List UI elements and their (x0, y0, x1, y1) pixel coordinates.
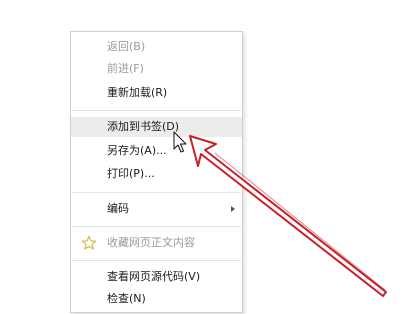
menu-item-view-source-label: 查看网页源代码(V) (107, 270, 201, 283)
menu-separator (72, 192, 241, 193)
menu-separator (72, 226, 241, 227)
mouse-pointer-icon (173, 131, 187, 153)
star-icon (81, 235, 97, 250)
menu-item-view-source[interactable]: 查看网页源代码(V) (71, 267, 242, 287)
screenshot-canvas: 返回(B) 前进(F) 重新加载(R) 添加到书签(D) 另存为(A)... 打… (0, 0, 411, 314)
menu-item-encoding[interactable]: 编码 (71, 199, 242, 219)
menu-item-save-as-label: 另存为(A)... (107, 144, 167, 157)
browser-context-menu: 返回(B) 前进(F) 重新加载(R) 添加到书签(D) 另存为(A)... 打… (70, 31, 243, 313)
menu-item-forward-label: 前进(F) (107, 62, 144, 75)
menu-item-inspect[interactable]: 检查(N) (71, 289, 242, 309)
submenu-arrow-icon (231, 206, 235, 212)
menu-item-save-page-text-label: 收藏网页正文内容 (107, 236, 195, 249)
menu-item-reload[interactable]: 重新加载(R) (71, 83, 242, 103)
menu-item-save-as[interactable]: 另存为(A)... (71, 141, 242, 161)
menu-item-reload-label: 重新加载(R) (107, 86, 168, 99)
menu-item-inspect-label: 检查(N) (107, 292, 146, 305)
menu-item-print-label: 打印(P)... (107, 167, 155, 180)
menu-item-back[interactable]: 返回(B) (71, 37, 242, 57)
menu-item-save-page-text[interactable]: 收藏网页正文内容 (71, 233, 242, 253)
menu-item-print[interactable]: 打印(P)... (71, 164, 242, 184)
menu-item-encoding-label: 编码 (107, 202, 129, 215)
menu-item-add-bookmark-label: 添加到书签(D) (107, 120, 180, 133)
menu-item-add-bookmark[interactable]: 添加到书签(D) (71, 117, 242, 137)
menu-item-back-label: 返回(B) (107, 40, 146, 53)
menu-item-forward[interactable]: 前进(F) (71, 59, 242, 79)
menu-separator (72, 260, 241, 261)
menu-separator (72, 110, 241, 111)
